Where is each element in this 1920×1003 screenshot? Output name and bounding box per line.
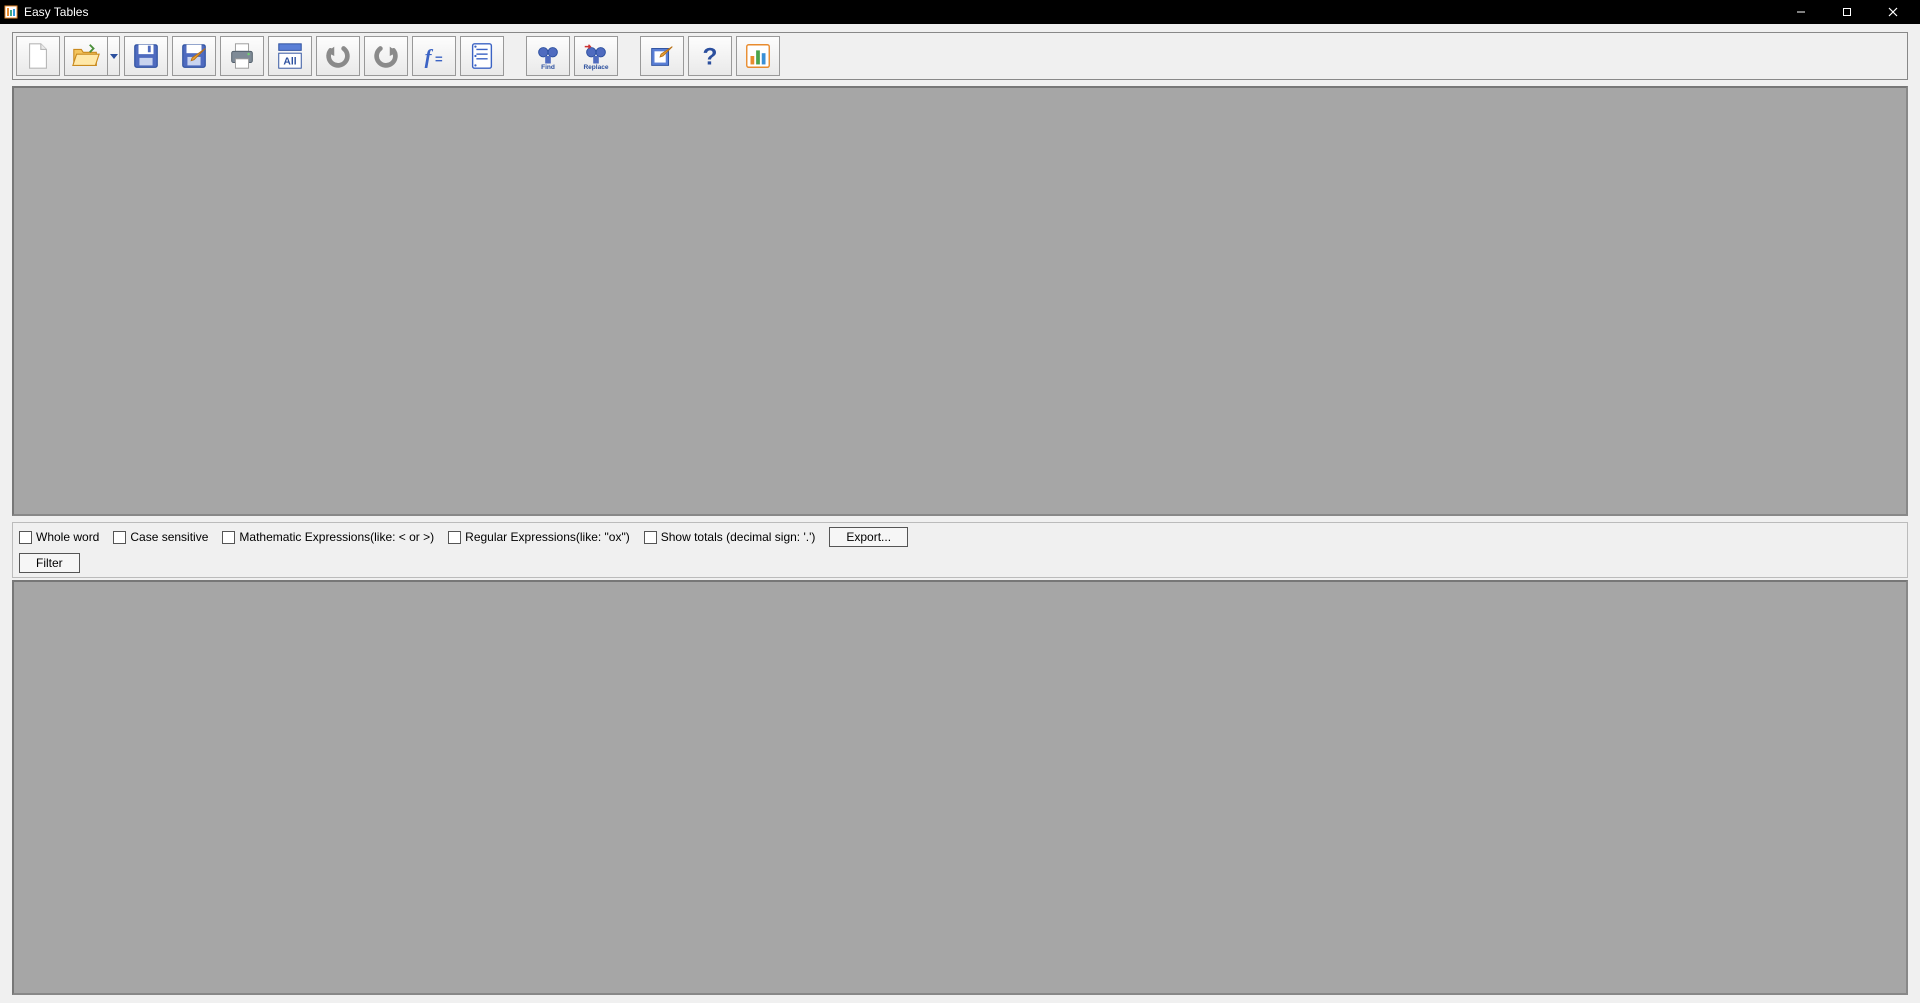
regular-expressions-checkbox[interactable]: Regular Expressions(like: "ox") <box>448 530 630 544</box>
filter-button[interactable]: Filter <box>19 553 80 573</box>
svg-text:Find: Find <box>541 64 555 71</box>
whole-word-checkbox[interactable]: Whole word <box>19 530 99 544</box>
math-expressions-checkbox[interactable]: Mathematic Expressions(like: < or >) <box>222 530 434 544</box>
math-expressions-label: Mathematic Expressions(like: < or >) <box>239 530 434 544</box>
replace-button[interactable]: Replace <box>574 36 618 76</box>
maximize-button[interactable] <box>1824 0 1870 24</box>
close-button[interactable] <box>1870 0 1916 24</box>
regular-expressions-label: Regular Expressions(like: "ox") <box>465 530 630 544</box>
svg-text:Replace: Replace <box>583 64 608 71</box>
filter-results-area[interactable] <box>12 580 1908 995</box>
save-edit-button[interactable] <box>172 36 216 76</box>
window-titlebar: Easy Tables <box>0 0 1920 24</box>
notes-button[interactable] <box>460 36 504 76</box>
save-button[interactable] <box>124 36 168 76</box>
export-button[interactable]: Export... <box>829 527 908 547</box>
window-title: Easy Tables <box>24 5 88 19</box>
new-file-button[interactable] <box>16 36 60 76</box>
filter-options-panel: Whole word Case sensitive Mathematic Exp… <box>12 522 1908 578</box>
whole-word-label: Whole word <box>36 530 99 544</box>
app-icon <box>4 5 18 19</box>
options-button[interactable] <box>640 36 684 76</box>
open-dropdown-arrow[interactable] <box>108 36 120 76</box>
svg-text:=: = <box>435 52 443 67</box>
minimize-button[interactable] <box>1778 0 1824 24</box>
svg-text:?: ? <box>703 43 718 70</box>
redo-button[interactable] <box>364 36 408 76</box>
help-button[interactable]: ? <box>688 36 732 76</box>
find-button[interactable]: Find <box>526 36 570 76</box>
svg-text:f: f <box>425 47 434 69</box>
show-totals-checkbox[interactable]: Show totals (decimal sign: '.') <box>644 530 816 544</box>
case-sensitive-checkbox[interactable]: Case sensitive <box>113 530 208 544</box>
show-totals-label: Show totals (decimal sign: '.') <box>661 530 816 544</box>
select-all-button[interactable]: All <box>268 36 312 76</box>
main-table-area[interactable] <box>12 86 1908 516</box>
open-file-button[interactable] <box>64 36 108 76</box>
chart-button[interactable] <box>736 36 780 76</box>
undo-button[interactable] <box>316 36 360 76</box>
main-toolbar: All f = <box>12 32 1908 80</box>
formula-button[interactable]: f = <box>412 36 456 76</box>
case-sensitive-label: Case sensitive <box>130 530 208 544</box>
print-button[interactable] <box>220 36 264 76</box>
svg-text:All: All <box>283 56 296 67</box>
